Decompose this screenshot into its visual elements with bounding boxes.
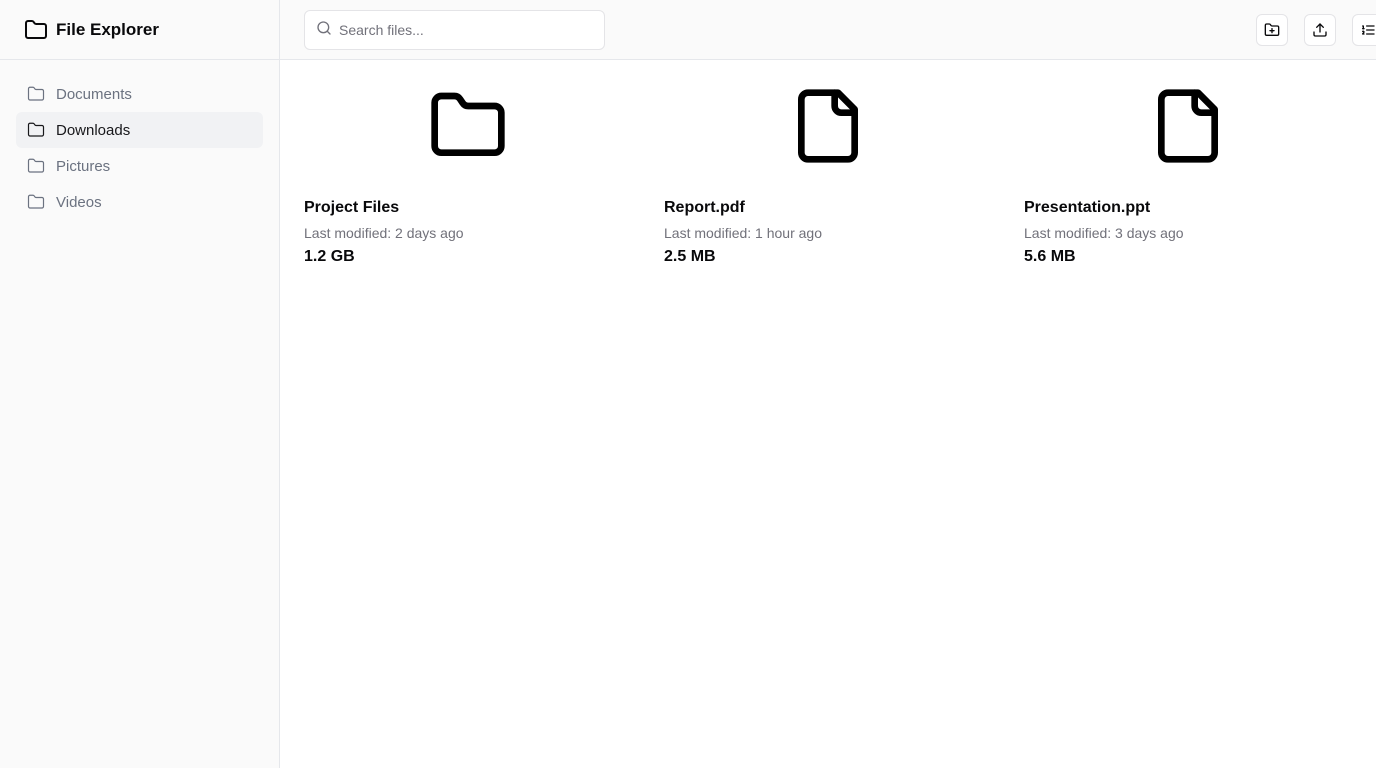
file-card-project-files[interactable]: Project Files Last modified: 2 days ago … [304,86,664,265]
main-panel: Project Files Last modified: 2 days ago … [280,0,1376,768]
sidebar-item-videos[interactable]: Videos [16,184,263,220]
file-modified: Last modified: 1 hour ago [664,225,822,241]
sidebar-item-label: Videos [56,193,102,211]
file-size: 2.5 MB [664,248,716,265]
search-input[interactable] [339,21,579,38]
file-icon [664,86,992,166]
folder-icon [27,121,45,139]
file-size: 1.2 GB [304,248,355,265]
list-view-button[interactable] [1352,13,1376,46]
sidebar-item-label: Documents [56,85,132,103]
toolbar [280,0,1376,60]
sidebar-item-pictures[interactable]: Pictures [16,148,263,184]
sidebar-nav: Documents Downloads Pictures Videos [0,60,279,236]
sidebar-item-documents[interactable]: Documents [16,76,263,112]
app-window: File Explorer Documents Downloads Pictur… [0,0,1376,768]
file-grid: Project Files Last modified: 2 days ago … [280,60,1376,265]
file-card-presentation[interactable]: Presentation.ppt Last modified: 3 days a… [1024,86,1376,265]
file-name: Presentation.ppt [1024,199,1151,216]
upload-button[interactable] [1304,13,1336,46]
folder-icon [27,157,45,175]
file-modified: Last modified: 2 days ago [304,225,464,241]
new-folder-button[interactable] [1256,13,1288,46]
search-box [304,9,605,50]
sidebar-item-label: Pictures [56,157,111,175]
folder-plus-icon [1264,22,1280,38]
sidebar-item-label: Downloads [56,121,131,139]
sidebar-header: File Explorer [0,0,279,60]
list-view-icon [1360,22,1376,38]
file-name: Report.pdf [664,199,745,216]
toolbar-actions [1256,13,1376,46]
file-icon [1024,86,1352,166]
file-modified: Last modified: 3 days ago [1024,225,1184,241]
sidebar-item-downloads[interactable]: Downloads [16,112,263,148]
file-size: 5.6 MB [1024,248,1076,265]
upload-icon [1312,22,1328,38]
folder-icon [27,85,45,103]
folder-icon [304,86,632,166]
search-icon [316,20,332,36]
folder-icon [27,193,45,211]
sidebar: File Explorer Documents Downloads Pictur… [0,0,280,768]
file-card-report[interactable]: Report.pdf Last modified: 1 hour ago 2.5… [664,86,1024,265]
file-name: Project Files [304,199,400,216]
folder-icon [24,18,48,42]
app-title: File Explorer [56,19,159,39]
